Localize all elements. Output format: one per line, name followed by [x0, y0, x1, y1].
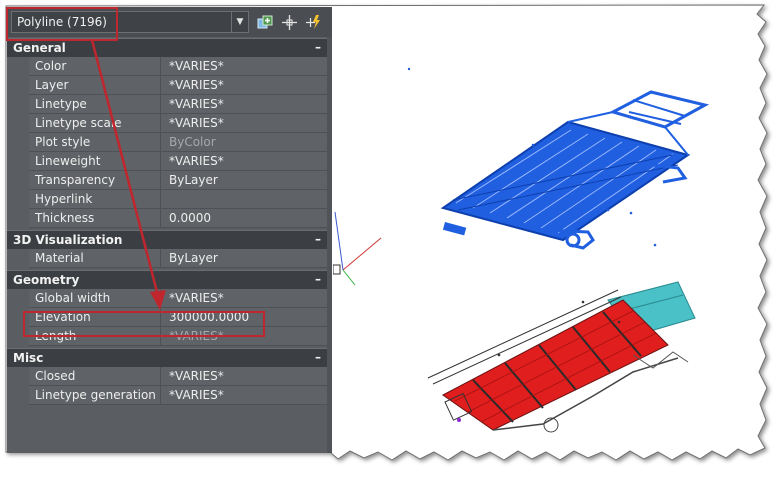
callout-arrow — [90, 39, 166, 310]
